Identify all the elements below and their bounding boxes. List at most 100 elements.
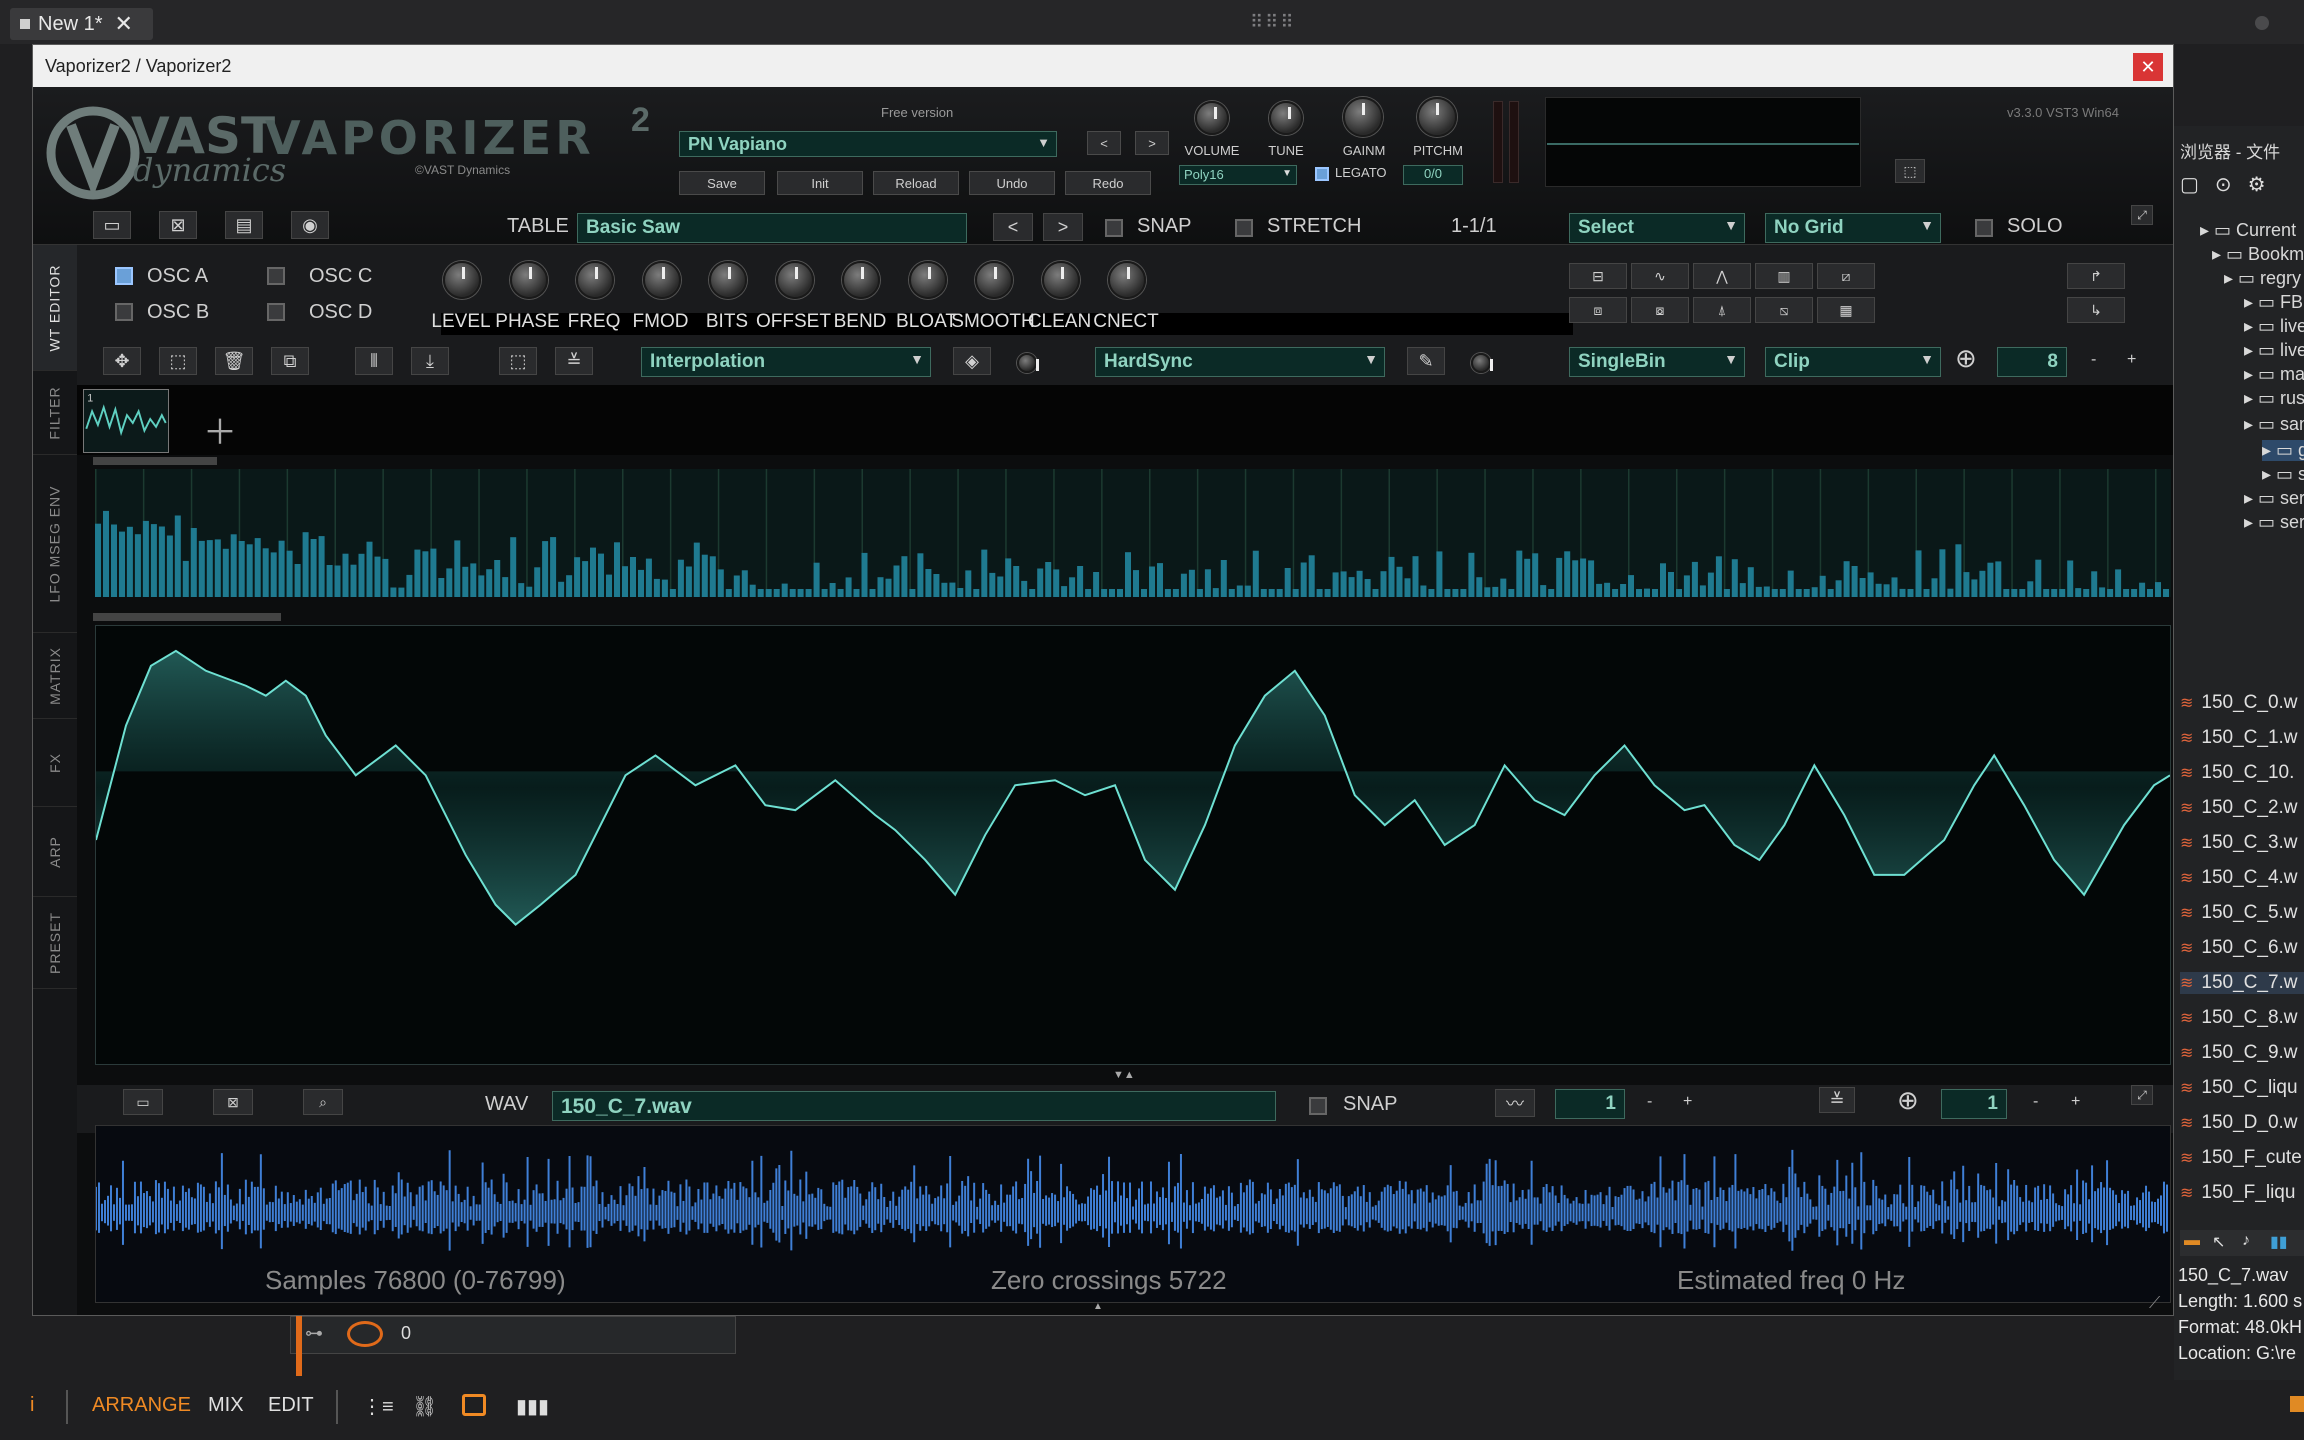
zoom-plus-button[interactable]: + [2127, 351, 2136, 369]
wav-b-plus[interactable]: + [2071, 1093, 2080, 1111]
browser-tree-item[interactable]: ▸ ▭ liveT [2244, 340, 2304, 361]
duplicate-icon[interactable]: ⧉ [271, 347, 309, 375]
music-note-icon[interactable]: ♪ [2242, 1232, 2250, 1250]
diamond-icon[interactable]: ◈ [953, 347, 991, 375]
grid-dropdown[interactable]: No Grid ▼ [1765, 213, 1941, 243]
wav-curve-icon[interactable]: 〰 [1495, 1089, 1535, 1117]
save-table-icon[interactable]: ▤ [225, 211, 263, 239]
new-table-icon[interactable]: ▭ [93, 211, 131, 239]
interpolation-dropdown[interactable]: Interpolation ▼ [641, 347, 931, 377]
browser-file-item[interactable]: ≋ 150_C_0.w [2180, 692, 2298, 714]
nav-icon[interactable]: ⊙ [2215, 172, 2232, 200]
table-next-button[interactable]: > [1043, 213, 1083, 241]
wav-value-b[interactable]: 1 [1941, 1089, 2007, 1119]
interpolation-amount-knob[interactable] [1017, 353, 1039, 373]
offset-knob[interactable] [775, 261, 814, 299]
snap-checkbox[interactable] [1105, 219, 1123, 237]
split-icon[interactable]: ⫴ [355, 347, 393, 375]
wav-file-field[interactable]: 150_C_7.wav [552, 1091, 1276, 1121]
gainm-knob[interactable] [1343, 97, 1383, 137]
return-icon[interactable]: ↳ [2067, 297, 2125, 323]
browser-tree-item[interactable]: ▸ ▭ st [2262, 464, 2304, 485]
browser-file-item[interactable]: ≋ 150_C_4.w [2180, 867, 2298, 889]
tab-mix[interactable]: MIX [208, 1394, 244, 1417]
poly-select[interactable]: Poly16 ▼ [1179, 165, 1297, 185]
browser-file-item[interactable]: ≋ 150_C_10. [2180, 762, 2294, 784]
function-btn-8[interactable]: ⍋ [1693, 297, 1751, 323]
browser-file-item[interactable]: ≋ 150_C_1.w [2180, 727, 2298, 749]
function-btn-7[interactable]: ⧇ [1631, 297, 1689, 323]
browser-file-item[interactable]: ≋ 150_C_9.w [2180, 1042, 2298, 1064]
osc-b-checkbox[interactable] [115, 303, 133, 321]
solo-checkbox[interactable] [1975, 219, 1993, 237]
browser-tree-item[interactable]: ▸ ▭ liveI [2244, 316, 2304, 337]
clean-knob[interactable] [1041, 261, 1080, 299]
browser-tree-item[interactable]: ▸ ▭ rust [2244, 388, 2304, 409]
select-mode-dropdown[interactable]: Select ▼ [1569, 213, 1745, 243]
wavetable-waveform[interactable] [95, 625, 2171, 1065]
clip-dropdown[interactable]: Clip ▼ [1765, 347, 1941, 377]
panel-icon[interactable]: ▢ [2180, 172, 2199, 200]
tab-arrange[interactable]: ARRANGE [92, 1394, 191, 1417]
normalize-icon[interactable]: ≚ [555, 347, 593, 375]
tab-filter[interactable]: FILTER [33, 371, 77, 455]
function-btn-1[interactable]: ⊟ [1569, 263, 1627, 289]
columns-icon[interactable]: ▮▮▮ [516, 1394, 549, 1419]
tab-lfo-mseg-env[interactable]: LFO MSEG ENV [33, 455, 77, 633]
zoom-value-field[interactable]: 8 [1997, 347, 2067, 377]
browser-tree-item[interactable]: ▸ ▭ seru [2244, 488, 2304, 509]
browser-file-item[interactable]: ≋ 150_C_liqu [2180, 1077, 2298, 1099]
daw-clip[interactable]: ⊶ 0 [290, 1316, 736, 1354]
stretch-checkbox[interactable] [1235, 219, 1253, 237]
split-handle-icon[interactable]: ▼▲ [1113, 1069, 1135, 1081]
function-btn-6[interactable]: ⧈ [1569, 297, 1627, 323]
init-button[interactable]: Init [777, 171, 863, 195]
maximize-icon[interactable]: ⤢ [2131, 205, 2153, 225]
cnect-knob[interactable] [1108, 261, 1146, 299]
list-view-icon[interactable]: ⋮≡ [362, 1394, 394, 1419]
browser-file-item[interactable]: ≋ 150_C_3.w [2180, 832, 2298, 854]
wav-b-minus[interactable]: - [2033, 1093, 2038, 1111]
wav-search-icon[interactable]: ⌕ [303, 1089, 343, 1115]
function-btn-9[interactable]: ⧅ [1755, 297, 1813, 323]
wav-snap-checkbox[interactable] [1309, 1097, 1327, 1115]
cursor-icon[interactable]: ↖ [2212, 1232, 2225, 1252]
browser-tree-item[interactable]: ▸ ▭ mas [2244, 364, 2304, 385]
clip-knob-icon[interactable] [347, 1321, 383, 1347]
add-frame-icon[interactable]: ＋ [203, 405, 237, 454]
preset-next-button[interactable]: > [1135, 131, 1169, 155]
export-icon[interactable]: ↱ [2067, 263, 2125, 289]
phase-knob[interactable] [509, 261, 548, 299]
browser-tree-item[interactable]: ▸ ▭ seru [2244, 512, 2304, 533]
bend-knob[interactable] [842, 261, 880, 299]
browser-tree-item[interactable]: ▸ ▭ gr [2262, 440, 2304, 461]
browser-file-item[interactable]: ≋ 150_C_8.w [2180, 1007, 2298, 1029]
osc-c-checkbox[interactable] [267, 267, 285, 285]
browser-file-item[interactable]: ≋ 150_F_cute [2180, 1147, 2302, 1169]
pipette-icon[interactable]: ✎ [1407, 347, 1445, 375]
singlebin-dropdown[interactable]: SingleBin ▼ [1569, 347, 1745, 377]
undo-button[interactable]: Undo [969, 171, 1055, 195]
table-name-field[interactable]: Basic Saw [577, 213, 967, 243]
zoom-minus-button[interactable]: - [2091, 351, 2096, 369]
delete-table-icon[interactable]: ⊠ [159, 211, 197, 239]
bits-knob[interactable] [709, 261, 747, 299]
plugin-close-button[interactable]: ✕ [2133, 53, 2163, 81]
bloat-knob[interactable] [908, 261, 947, 299]
frequency-spectrum[interactable] [95, 469, 2171, 597]
browser-file-item[interactable]: ≋ 150_F_liqu [2180, 1182, 2295, 1204]
reload-button[interactable]: Reload [873, 171, 959, 195]
browser-tree-item[interactable]: ▸ ▭ sam [2244, 414, 2304, 435]
zoom-icon[interactable]: ⊕ [1955, 343, 1977, 374]
close-tab-icon[interactable]: ✕ [114, 11, 132, 37]
wav-new-icon[interactable]: ▭ [123, 1089, 163, 1115]
info-icon[interactable]: i [30, 1394, 34, 1417]
resize-window-icon[interactable]: ⬚ [1895, 159, 1925, 183]
wavetable-thumbnail-1[interactable]: 1 [83, 389, 169, 453]
wav-close-icon[interactable]: ⊠ [213, 1089, 253, 1115]
wav-maximize-icon[interactable]: ⤢ [2131, 1085, 2153, 1105]
browser-tree-item[interactable]: ▸ ▭ Current [2200, 220, 2296, 241]
wav-zoom-icon[interactable]: ⊕ [1897, 1085, 1919, 1116]
browser-file-item[interactable]: ≋ 150_C_7.w [2180, 972, 2304, 994]
volume-knob[interactable] [1195, 101, 1229, 135]
